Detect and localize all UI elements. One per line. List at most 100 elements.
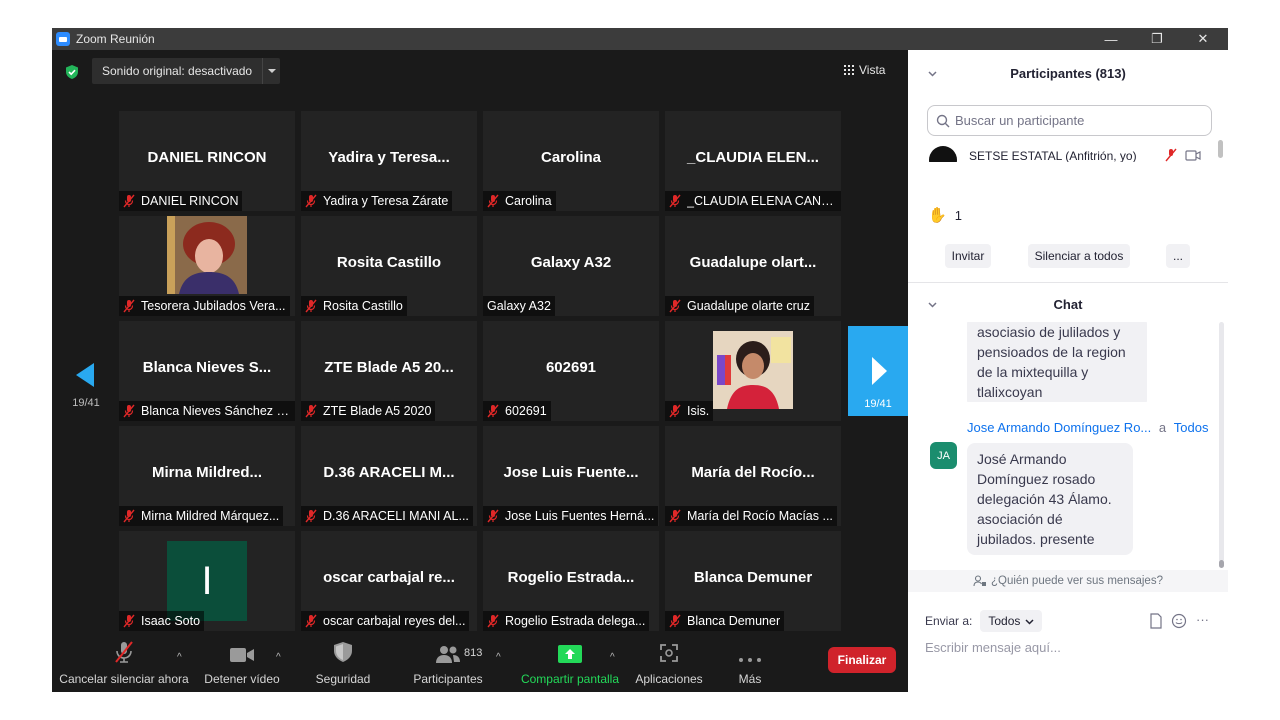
chat-message-input[interactable]: Escribir mensaje aquí...	[925, 640, 1061, 655]
mic-muted-icon	[123, 299, 135, 313]
tile-name-tag-text: Yadira y Teresa Zárate	[323, 194, 449, 208]
participant-list-item[interactable]: SETSE ESTATAL (Anfitrión, yo)	[927, 146, 1207, 162]
tile-display-name: 602691	[545, 359, 597, 376]
mic-muted-icon	[669, 614, 681, 628]
participant-tile[interactable]: Galaxy A32 Galaxy A32	[483, 216, 659, 316]
previous-page-button[interactable]: 19/41	[66, 355, 106, 415]
tile-name-tag-text: Jose Luis Fuentes Herná...	[505, 509, 655, 523]
arrow-left-icon[interactable]	[66, 355, 106, 395]
participant-tile[interactable]: Rosita Castillo Rosita Castillo	[301, 216, 477, 316]
participant-tile[interactable]: 602691 602691	[483, 321, 659, 421]
participants-icon[interactable]	[434, 644, 462, 664]
video-off-icon[interactable]	[1185, 149, 1201, 161]
participants-scrollbar[interactable]	[1218, 140, 1223, 158]
original-sound-dropdown[interactable]: Sonido original: desactivado	[92, 58, 281, 84]
restore-button[interactable]: ❐	[1134, 28, 1180, 50]
participant-tile[interactable]: Mirna Mildred... Mirna Mildred Márquez..…	[119, 426, 295, 526]
participant-search-placeholder[interactable]: Buscar un participante	[955, 113, 1084, 128]
mic-muted-icon	[669, 509, 681, 523]
tile-display-name: _CLAUDIA ELEN...	[687, 149, 819, 166]
chevron-down-icon[interactable]	[262, 58, 280, 84]
participant-tile[interactable]: oscar carbajal re... oscar carbajal reye…	[301, 531, 477, 631]
participant-tile[interactable]: Blanca Demuner Blanca Demuner	[665, 531, 841, 631]
encryption-shield-icon[interactable]	[64, 64, 80, 80]
mic-muted-icon	[487, 404, 499, 418]
share-screen-button[interactable]: Compartir pantalla	[518, 634, 622, 692]
more-dots-icon[interactable]	[738, 656, 762, 664]
recipient-dropdown-value[interactable]: Todos	[988, 614, 1020, 628]
view-button[interactable]: Vista	[844, 58, 885, 82]
participant-video-photo	[713, 331, 793, 409]
video-options-caret[interactable]: ^	[276, 652, 281, 663]
security-shield-icon[interactable]	[332, 640, 354, 664]
security-button[interactable]: Seguridad	[308, 634, 378, 692]
share-options-caret[interactable]: ^	[610, 652, 615, 663]
view-label[interactable]: Vista	[859, 63, 885, 77]
participant-search-input[interactable]: Buscar un participante	[927, 105, 1212, 136]
participant-tile[interactable]: _CLAUDIA ELEN... _CLAUDIA ELENA CANAL...	[665, 111, 841, 211]
tile-display-name: Rogelio Estrada...	[507, 569, 635, 586]
raised-hands-count[interactable]: ✋ 1	[928, 206, 962, 224]
participant-video-photo	[167, 216, 247, 294]
participants-options-caret[interactable]: ^	[496, 652, 501, 663]
unmute-button[interactable]: Cancelar silenciar ahora	[59, 634, 189, 692]
chat-more-button[interactable]: ···	[1196, 612, 1209, 627]
who-can-see-messages[interactable]: ¿Quién puede ver sus mensajes?	[908, 570, 1228, 592]
chat-message-bubble: José Armando Domínguez rosado delegación…	[967, 443, 1133, 555]
mic-muted-icon[interactable]	[1165, 148, 1177, 162]
apps-label[interactable]: Aplicaciones	[635, 672, 702, 686]
chat-message-header: Jose Armando Domínguez Ro... a Todos	[967, 420, 1208, 435]
file-icon[interactable]	[1148, 613, 1164, 629]
participant-tile[interactable]: Carolina Carolina	[483, 111, 659, 211]
participant-tile[interactable]: Isis.	[665, 321, 841, 421]
close-button[interactable]: ✕	[1180, 28, 1226, 50]
participant-tile[interactable]: I Isaac Soto	[119, 531, 295, 631]
tile-display-name: Mirna Mildred...	[151, 464, 262, 481]
participants-more-button[interactable]: ...	[1166, 244, 1190, 268]
minimize-button[interactable]: —	[1088, 28, 1134, 50]
more-button[interactable]: Más	[728, 634, 772, 692]
chevron-down-icon[interactable]	[1025, 617, 1034, 626]
participant-tile[interactable]: DANIEL RINCON DANIEL RINCON	[119, 111, 295, 211]
participant-tile[interactable]: D.36 ARACELI M... D.36 ARACELI MANI AL..…	[301, 426, 477, 526]
original-sound-label[interactable]: Sonido original: desactivado	[92, 58, 262, 84]
participant-tile[interactable]: Jose Luis Fuente... Jose Luis Fuentes He…	[483, 426, 659, 526]
mute-all-button[interactable]: Silenciar a todos	[1028, 244, 1130, 268]
invite-button[interactable]: Invitar	[945, 244, 991, 268]
participant-tile[interactable]: ZTE Blade A5 20... ZTE Blade A5 2020	[301, 321, 477, 421]
tile-name-tag-text: ZTE Blade A5 2020	[323, 404, 432, 418]
recipient-dropdown[interactable]: Todos	[980, 610, 1043, 632]
arrow-right-icon[interactable]	[848, 326, 908, 386]
chat-scrollbar-track[interactable]	[1219, 322, 1224, 562]
stop-video-button[interactable]: Detener vídeo	[200, 634, 284, 692]
tile-display-name: Galaxy A32	[530, 254, 612, 271]
mic-muted-icon[interactable]	[112, 640, 136, 664]
unmute-label[interactable]: Cancelar silenciar ahora	[59, 672, 188, 686]
security-label[interactable]: Seguridad	[316, 672, 371, 686]
chat-sender-name[interactable]: Jose Armando Domínguez Ro...	[967, 420, 1151, 435]
share-screen-icon[interactable]	[557, 644, 583, 664]
participant-tile[interactable]: Guadalupe olart... Guadalupe olarte cruz	[665, 216, 841, 316]
tile-display-name: D.36 ARACELI M...	[323, 464, 455, 481]
next-page-button[interactable]: 19/41	[848, 326, 908, 416]
chat-recipient[interactable]: Todos	[1174, 420, 1209, 435]
end-meeting-button[interactable]: Finalizar	[828, 647, 896, 673]
participants-label[interactable]: Participantes	[413, 672, 482, 686]
stop-video-label[interactable]: Detener vídeo	[204, 672, 279, 686]
participants-button[interactable]: Participantes	[408, 634, 488, 692]
participant-tile[interactable]: María del Rocío... María del Rocío Macía…	[665, 426, 841, 526]
apps-button[interactable]: Aplicaciones	[632, 634, 706, 692]
participant-tile[interactable]: Yadira y Teresa... Yadira y Teresa Zárat…	[301, 111, 477, 211]
who-can-see-label[interactable]: ¿Quién puede ver sus mensajes?	[991, 575, 1163, 587]
participant-tile[interactable]: Tesorera Jubilados Vera...	[119, 216, 295, 316]
avatar	[929, 146, 957, 162]
emoji-icon[interactable]	[1171, 613, 1187, 629]
apps-icon[interactable]	[658, 642, 680, 664]
participant-tile[interactable]: Blanca Nieves S... Blanca Nieves Sánchez…	[119, 321, 295, 421]
audio-options-caret[interactable]: ^	[177, 652, 182, 663]
chat-scrollbar-thumb[interactable]	[1219, 560, 1224, 568]
share-screen-label[interactable]: Compartir pantalla	[521, 672, 619, 686]
participant-tile[interactable]: Rogelio Estrada... Rogelio Estrada deleg…	[483, 531, 659, 631]
video-camera-icon[interactable]	[229, 646, 255, 664]
more-label[interactable]: Más	[739, 672, 762, 686]
